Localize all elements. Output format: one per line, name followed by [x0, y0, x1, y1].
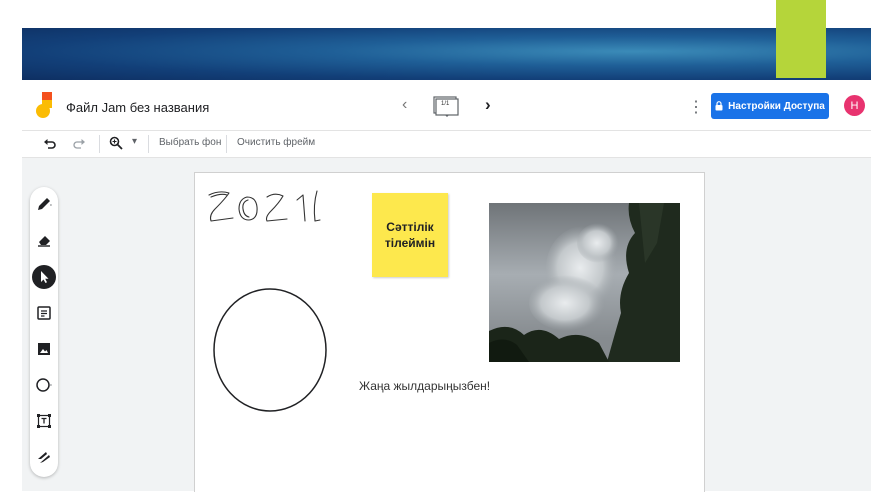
- jamboard-logo-icon: [36, 92, 52, 118]
- next-frame-button[interactable]: ›: [485, 95, 491, 115]
- undo-icon[interactable]: [43, 137, 57, 151]
- slide-banner: [22, 28, 871, 80]
- prev-frame-button[interactable]: ‹: [402, 96, 407, 114]
- top-bar: Файл Jam без названия ‹ 1/1 › ⋮ Настройк…: [22, 82, 871, 131]
- chevron-down-icon[interactable]: ▾: [132, 136, 137, 147]
- tool-sidebar: [30, 187, 58, 477]
- avatar[interactable]: H: [844, 95, 865, 116]
- laser-icon[interactable]: [34, 447, 54, 467]
- canvas-text[interactable]: Жаңа жылдарыңызбен!: [359, 379, 490, 393]
- slide-green-block: [776, 0, 826, 78]
- clear-frame-button[interactable]: Очистить фрейм: [237, 137, 315, 148]
- circle-shape[interactable]: [211, 286, 329, 414]
- handwriting-2021-drawing[interactable]: [205, 187, 325, 229]
- frame-count: 1/1: [441, 101, 450, 107]
- toolbar-divider: [148, 135, 149, 153]
- edit-toolbar: ▾ Выбрать фон Очистить фрейм: [22, 131, 871, 158]
- toolbar-divider: [226, 135, 227, 153]
- share-button[interactable]: Настройки Доступа: [711, 93, 829, 119]
- doc-title[interactable]: Файл Jam без названия: [66, 100, 209, 115]
- sticky-note-icon[interactable]: [34, 303, 54, 323]
- toolbar-divider: [99, 135, 100, 153]
- redo-icon[interactable]: [72, 137, 86, 151]
- set-background-button[interactable]: Выбрать фон: [159, 137, 221, 148]
- eraser-icon[interactable]: [34, 230, 54, 250]
- image-icon[interactable]: [34, 339, 54, 359]
- cloud-photo[interactable]: [489, 203, 680, 362]
- select-icon[interactable]: [32, 265, 56, 289]
- text-box-icon[interactable]: [34, 411, 54, 431]
- share-label: Настройки Доступа: [728, 100, 825, 112]
- lock-icon: [715, 101, 723, 111]
- circle-icon[interactable]: [34, 375, 54, 395]
- sticky-note[interactable]: Сәттілік тілеймін: [372, 193, 448, 277]
- more-options-icon[interactable]: ⋮: [688, 97, 704, 117]
- pen-icon[interactable]: [34, 194, 54, 214]
- zoom-icon[interactable]: [109, 136, 123, 150]
- frame-indicator[interactable]: 1/1: [432, 95, 460, 117]
- jam-canvas[interactable]: Сәттілік тілеймін Жаңа жылдарыңызбен!: [194, 172, 705, 492]
